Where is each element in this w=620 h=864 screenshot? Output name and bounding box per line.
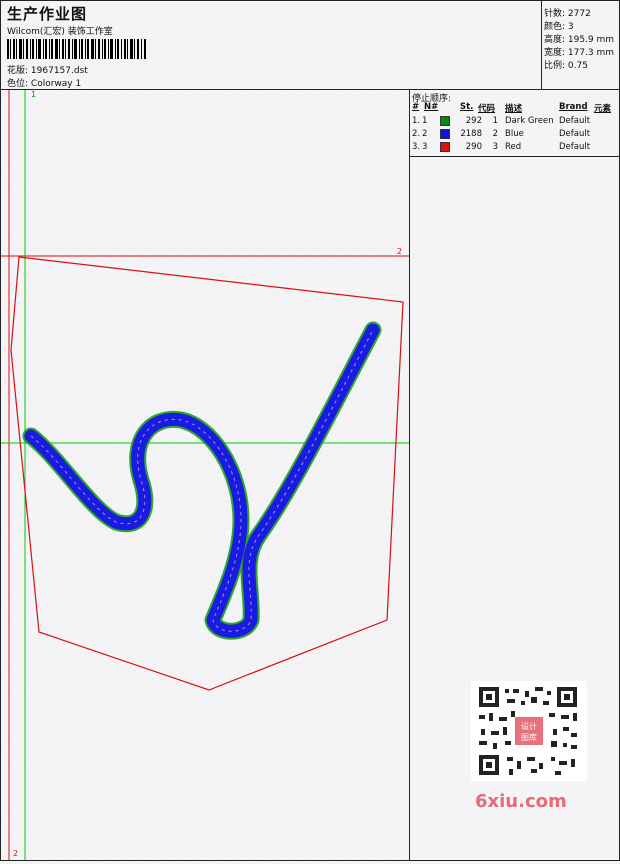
stop-sequence-table: 停止顺序: # N# St. 代码 描述 Brand 元素 1. 1 292 1 Dar… <box>410 90 619 157</box>
thread-desc: Dark Green <box>505 116 554 126</box>
thread-desc: Red <box>505 142 522 152</box>
vertical-guide-marker: 1 <box>31 90 36 99</box>
thread-row: 1. 1 292 1 Dark Green Default <box>410 116 619 129</box>
colorway-value: Colorway 1 <box>30 79 82 89</box>
col-header-brand: Brand <box>559 102 588 112</box>
sheet-header: 生产作业图 Wilcom(汇宏) 装饰工作室 花版: 1967157.dst 色… <box>1 1 541 90</box>
design-canvas: 1 2 2 <box>1 90 410 860</box>
stat-stitches: 针数: 2772 <box>544 9 591 19</box>
thread-desc: Blue <box>505 129 524 139</box>
production-sheet: 生产作业图 Wilcom(汇宏) 装饰工作室 花版: 1967157.dst 色… <box>0 0 620 861</box>
colorway-label: 色位: <box>7 79 29 89</box>
thread-color-swatch <box>440 142 450 152</box>
thread-code: 3 <box>492 142 498 152</box>
qr-code-watermark: 设计 图库 <box>471 681 587 781</box>
design-drawing: 1 2 2 <box>1 90 409 860</box>
col-header-st: St. <box>460 102 474 112</box>
stats-panel: 针数: 2772 颜色: 3 高度: 195.9 mm 宽度: 177.3 mm… <box>541 1 620 90</box>
qr-center-text-1: 设计 <box>521 721 537 731</box>
thread-st: 2188 <box>460 129 482 139</box>
thread-color-swatch <box>440 129 450 139</box>
thread-num: 1. <box>412 116 421 126</box>
stat-colors: 颜色: 3 <box>544 22 574 32</box>
col-header-code: 代码 <box>478 104 496 114</box>
thread-no: 1 <box>422 116 428 126</box>
col-header-no: N# <box>424 102 439 112</box>
thread-code: 2 <box>492 129 498 139</box>
thread-color-swatch <box>440 116 450 126</box>
design-label: 花版: <box>7 66 29 76</box>
col-header-element: 元素 <box>594 104 612 114</box>
company-name: Wilcom(汇宏) 装饰工作室 <box>7 27 113 37</box>
thread-row: 2. 2 2188 2 Blue Default <box>410 129 619 142</box>
thread-st: 290 <box>465 142 482 152</box>
thread-brand: Default <box>559 116 591 126</box>
thread-no: 3 <box>422 142 428 152</box>
thread-num: 3. <box>412 142 421 152</box>
site-watermark: 6xiu.com <box>475 791 567 812</box>
thread-code: 1 <box>492 116 498 126</box>
col-header-num: # <box>412 102 420 112</box>
stat-width: 宽度: 177.3 mm <box>544 48 615 58</box>
vertical-guide-marker-bottom: 2 <box>13 849 18 858</box>
design-value: 1967157.dst <box>30 66 88 76</box>
thread-num: 2. <box>412 129 421 139</box>
design-file-line: 花版: 1967157.dst <box>7 63 88 76</box>
stat-height: 高度: 195.9 mm <box>544 35 615 45</box>
qr-code-image: 设计 图库 <box>479 687 577 775</box>
horizontal-guide-marker: 2 <box>397 247 402 256</box>
qr-center-text-2: 图库 <box>521 732 537 742</box>
thread-brand: Default <box>559 129 591 139</box>
stat-scale: 比例: 0.75 <box>544 61 588 71</box>
thread-row: 3. 3 290 3 Red Default <box>410 142 619 155</box>
thread-st: 292 <box>465 116 482 126</box>
thread-no: 2 <box>422 129 428 139</box>
barcode <box>7 39 146 59</box>
colorway-line: 色位: Colorway 1 <box>7 76 81 89</box>
thread-brand: Default <box>559 142 591 152</box>
sheet-title: 生产作业图 <box>7 5 88 23</box>
col-header-desc: 描述 <box>505 104 523 114</box>
